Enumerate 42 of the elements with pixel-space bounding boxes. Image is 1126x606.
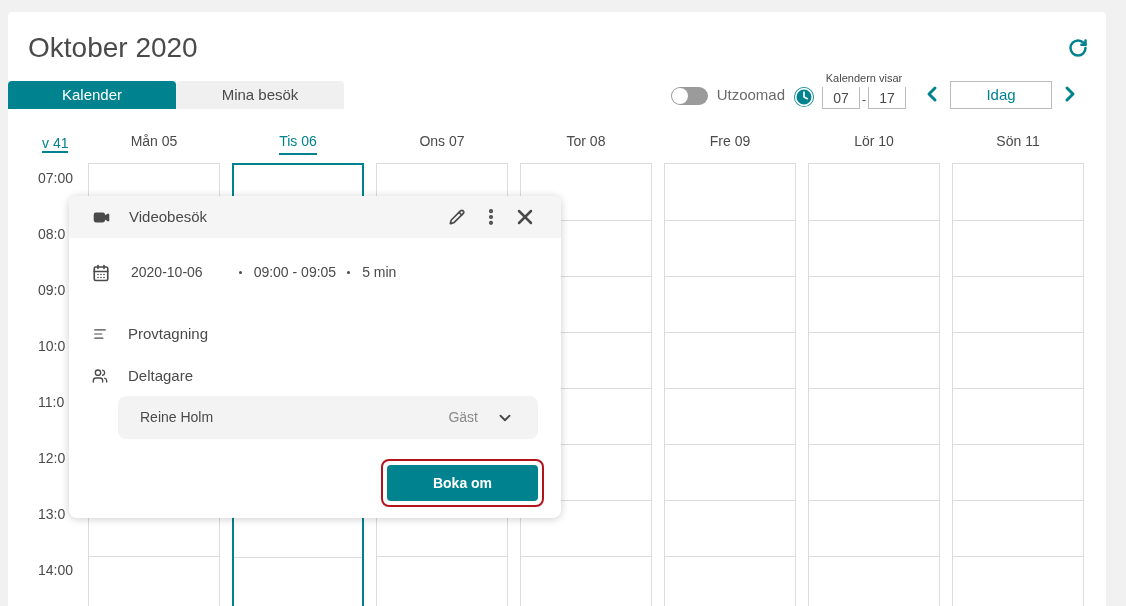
edit-icon[interactable] (449, 209, 465, 225)
hour-label: 07:00 (38, 170, 74, 186)
day-header[interactable]: Fre 09 (709, 131, 751, 155)
tab[interactable]: Mina besök (176, 81, 344, 109)
description-icon (93, 327, 107, 342)
tab[interactable]: Kalender (8, 81, 176, 109)
today-button[interactable]: Idag (950, 81, 1052, 109)
hour-label: 14:00 (38, 562, 74, 578)
hour-label: 12:0 (38, 450, 66, 466)
toggle-label: Utzoomad (716, 84, 785, 105)
hour-label: 08:0 (38, 226, 66, 242)
hour-label: 11:0 (38, 394, 65, 410)
appointment-time: 09:00 - 09:05 (253, 263, 337, 282)
rebook-button[interactable]: Boka om (387, 465, 538, 501)
zoom-toggle[interactable] (670, 87, 708, 105)
day-header[interactable]: Sön 11 (996, 131, 1040, 155)
participant-row[interactable]: Reine Holm Gäst (118, 396, 538, 439)
week-link[interactable]: v 41 (42, 135, 69, 153)
appointment-duration: 5 min (362, 263, 397, 282)
participants-label: Deltagare (128, 365, 194, 386)
appointment-type: Videobesök (129, 206, 208, 227)
day-header[interactable]: Ons 07 (419, 131, 465, 155)
day-header[interactable]: Tor 08 (566, 131, 606, 155)
end-hour-field[interactable]: 17 (868, 87, 906, 109)
appointment-description: Provtagning (128, 324, 209, 344)
page-title: Oktober 2020 (28, 31, 198, 65)
refresh-icon[interactable] (1068, 38, 1088, 58)
hour-label: 09:0 (38, 282, 66, 298)
appointment-date: 2020-10-06 (131, 263, 203, 282)
day-header[interactable]: Tis 06 (279, 131, 317, 155)
day-header[interactable]: Lör 10 (854, 131, 894, 155)
start-hour-field[interactable]: 07 (822, 87, 860, 109)
hour-label: 13:0 (38, 506, 66, 522)
clock-icon (794, 87, 814, 107)
participant-name: Reine Holm (140, 408, 214, 427)
participants-icon (92, 367, 108, 384)
participant-role: Gäst (448, 408, 478, 427)
day-header[interactable]: Mån 05 (130, 131, 178, 155)
range-separator: - (862, 92, 866, 109)
hour-label: 10:0 (38, 338, 66, 354)
calendar-icon (92, 263, 110, 282)
range-label: Kalendern visar (825, 72, 903, 85)
